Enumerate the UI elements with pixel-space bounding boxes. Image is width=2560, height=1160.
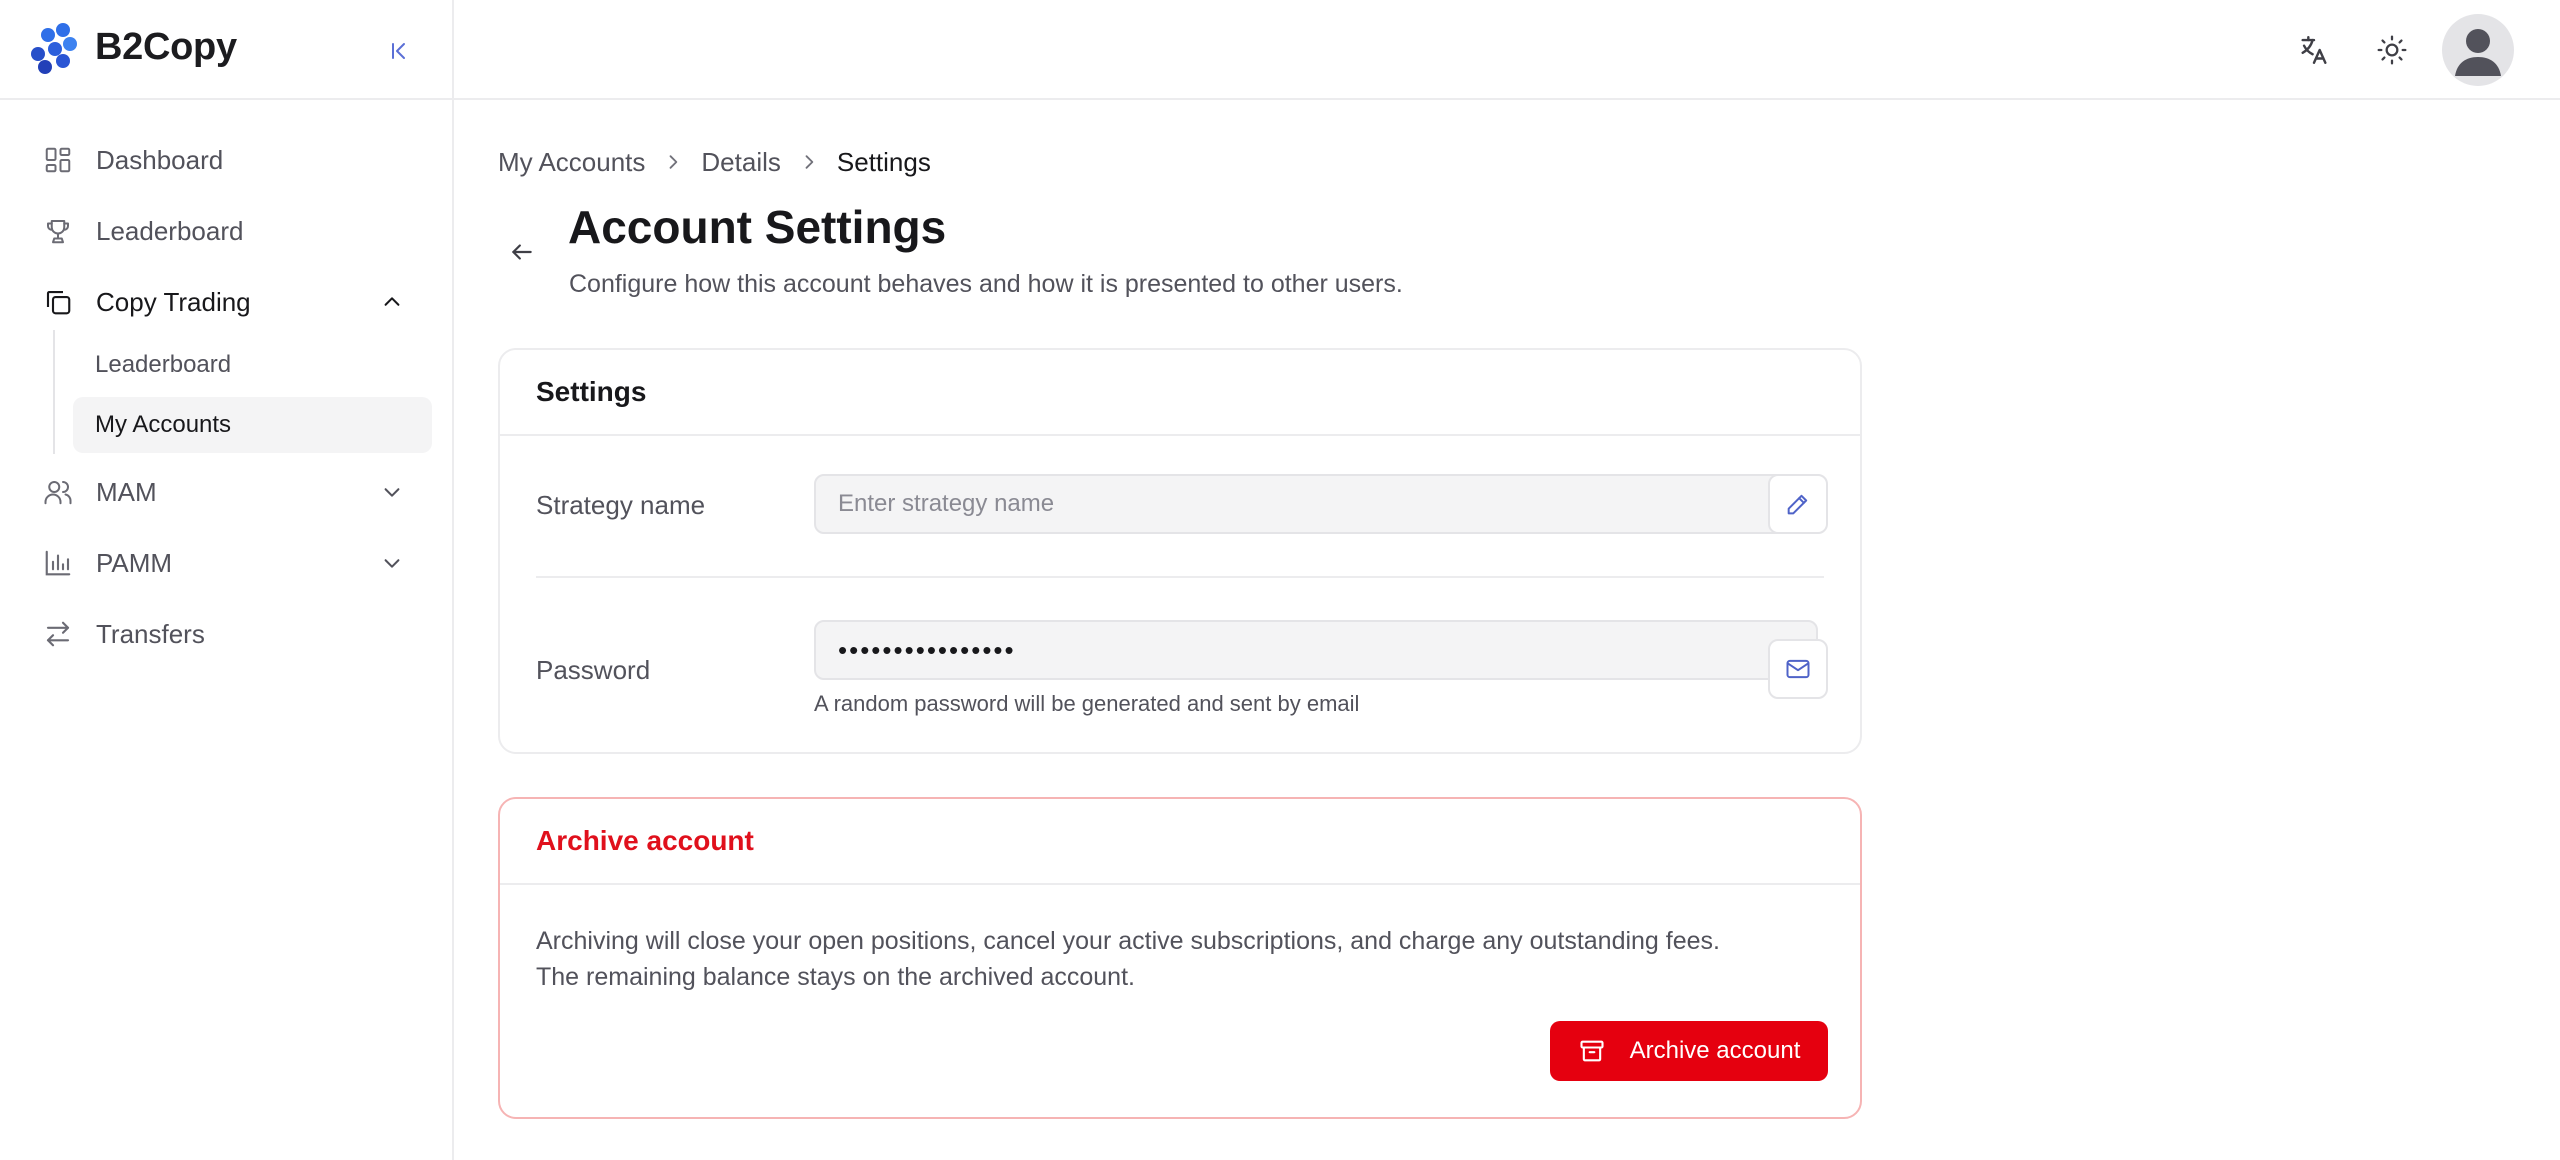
password-field[interactable]: •••••••••••••••• [814, 620, 1818, 680]
dashboard-icon [40, 142, 76, 178]
password-hint: A random password will be generated and … [814, 691, 1360, 716]
sidebar-subitem-label: My Accounts [95, 411, 232, 438]
archive-box-icon [1578, 1037, 1606, 1065]
trophy-icon [40, 213, 76, 249]
user-avatar-icon [2455, 29, 2501, 76]
page-subtitle: Configure how this account behaves and h… [569, 270, 1403, 298]
archive-description: Archiving will close your open positions… [536, 923, 1836, 995]
chevron-down-icon [378, 478, 406, 506]
sidebar-subitem-my-accounts[interactable]: My Accounts [73, 397, 432, 453]
archive-description-line: Archiving will close your open positions… [536, 927, 1720, 955]
archive-account-button-label: Archive account [1629, 1037, 1801, 1064]
sidebar-item-label: MAM [96, 476, 157, 507]
sidebar-item-transfers[interactable]: Transfers [36, 606, 426, 662]
breadcrumb: My Accounts Details Settings [498, 146, 931, 178]
sidebar-item-label: Leaderboard [96, 215, 244, 246]
sidebar-item-mam[interactable]: MAM [36, 464, 426, 520]
field-divider [536, 576, 1824, 578]
brand-header: B2Copy [0, 0, 452, 100]
bar-chart-icon [40, 545, 76, 581]
mail-icon [1786, 659, 1810, 679]
translate-icon [2301, 36, 2327, 64]
chevron-down-icon [378, 549, 406, 577]
users-icon [40, 474, 76, 510]
send-password-email-button[interactable] [1768, 639, 1828, 699]
breadcrumb-settings: Settings [836, 146, 931, 177]
sidebar-item-label: Dashboard [96, 144, 224, 175]
breadcrumb-my-accounts[interactable]: My Accounts [498, 147, 645, 178]
copy-icon [40, 284, 76, 320]
dots-logo-icon[interactable] [27, 23, 79, 75]
strategy-name-label: Strategy name [536, 490, 706, 520]
sidebar: B2Copy Dashboard Leaderboard Copy Tradin… [0, 0, 454, 1160]
pencil-icon [1787, 494, 1808, 515]
password-label: Password [536, 655, 651, 685]
sidebar-item-copy-trading[interactable]: Copy Trading [36, 274, 426, 330]
archive-account-button[interactable]: Archive account [1550, 1021, 1828, 1081]
archive-card-title: Archive account [500, 799, 1860, 885]
chevron-right-icon [797, 150, 821, 174]
chevron-up-icon [378, 288, 406, 316]
settings-card-title: Settings [500, 350, 1860, 436]
archive-description-line: The remaining balance stays on the archi… [536, 963, 1135, 991]
avatar[interactable] [2442, 14, 2514, 86]
sidebar-item-leaderboard[interactable]: Leaderboard [36, 203, 426, 259]
password-value: •••••••••••••••• [838, 634, 1016, 665]
sun-icon [2377, 35, 2407, 65]
back-button[interactable] [504, 234, 540, 270]
chevron-right-icon [661, 150, 685, 174]
strategy-name-input[interactable] [814, 474, 1818, 534]
page-title: Account Settings [568, 201, 947, 253]
collapse-sidebar-button[interactable] [382, 34, 416, 68]
sidebar-subitem-label: Leaderboard [95, 351, 232, 378]
language-button[interactable] [2292, 28, 2336, 72]
sidebar-item-label: PAMM [96, 547, 173, 578]
breadcrumb-details[interactable]: Details [701, 147, 780, 178]
collapse-sidebar-icon [392, 43, 405, 59]
sidebar-subitem-leaderboard[interactable]: Leaderboard [73, 337, 432, 393]
transfer-arrows-icon [40, 616, 76, 652]
arrow-left-icon [512, 244, 532, 260]
sidebar-item-dashboard[interactable]: Dashboard [36, 132, 426, 188]
edit-strategy-button[interactable] [1768, 474, 1828, 534]
settings-card: Settings Strategy name Password ••••••••… [498, 348, 1862, 754]
sidebar-item-label: Transfers [96, 618, 205, 649]
sidebar-item-pamm[interactable]: PAMM [36, 535, 426, 591]
archive-card: Archive account Archiving will close you… [498, 797, 1862, 1119]
submenu-guide-line [53, 330, 55, 454]
topbar [454, 0, 2560, 100]
sidebar-item-label: Copy Trading [96, 286, 251, 317]
app-name: B2Copy [95, 26, 237, 68]
theme-toggle-button[interactable] [2370, 28, 2414, 72]
